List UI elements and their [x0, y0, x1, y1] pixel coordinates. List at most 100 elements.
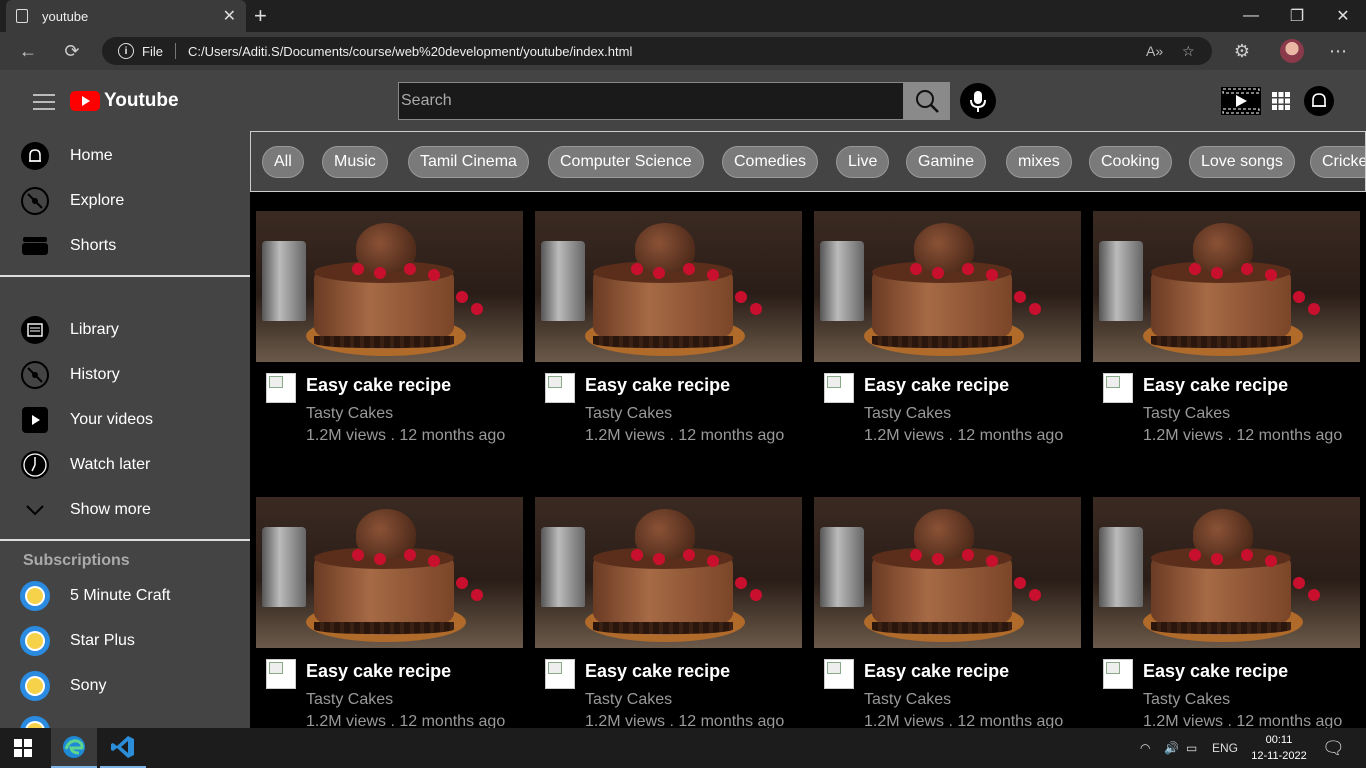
sidebar-item-shorts[interactable]: Shorts — [0, 223, 250, 268]
video-title[interactable]: Easy cake recipe — [1143, 375, 1288, 396]
youtube-logo[interactable]: Youtube — [70, 90, 179, 112]
video-title[interactable]: Easy cake recipe — [864, 375, 1009, 396]
extensions-icon[interactable]: ⚙ — [1228, 38, 1256, 64]
language-indicator[interactable]: ENG — [1212, 728, 1238, 768]
chip-cricket[interactable]: Cricke — [1310, 146, 1365, 178]
channel-avatar[interactable] — [1103, 659, 1133, 689]
battery-icon[interactable]: ▭ — [1186, 728, 1197, 768]
channel-avatar[interactable] — [266, 659, 296, 689]
video-card[interactable]: Easy cake recipe Tasty Cakes 1.2M views . … — [256, 211, 523, 482]
address-bar[interactable]: i File C:/Users/Aditi.S/Documents/course… — [102, 37, 1212, 65]
subscription-item[interactable] — [0, 708, 250, 728]
channel-avatar[interactable] — [266, 373, 296, 403]
edge-browser-icon[interactable] — [51, 728, 97, 768]
video-card[interactable]: Easy cake recipe Tasty Cakes 1.2M views . … — [814, 497, 1081, 728]
video-card[interactable]: Easy cake recipe Tasty Cakes 1.2M views . … — [535, 497, 802, 728]
video-title[interactable]: Easy cake recipe — [1143, 661, 1288, 682]
sidebar-item-explore[interactable]: Explore — [0, 178, 250, 223]
channel-avatar[interactable] — [1103, 373, 1133, 403]
video-thumbnail[interactable] — [814, 211, 1081, 362]
subscription-item[interactable]: 5 Minute Craft — [0, 573, 250, 618]
chip-computer-science[interactable]: Computer Science — [548, 146, 704, 178]
more-menu-icon[interactable]: ⋯ — [1324, 38, 1352, 64]
close-tab-icon[interactable]: ✕ — [223, 6, 236, 26]
video-channel[interactable]: Tasty Cakes — [306, 691, 393, 709]
chip-comedies[interactable]: Comedies — [722, 146, 819, 178]
video-thumbnail[interactable] — [1093, 211, 1360, 362]
chip-tamil-cinema[interactable]: Tamil Cinema — [408, 146, 529, 178]
chip-live[interactable]: Live — [836, 146, 890, 178]
read-aloud-icon[interactable]: A» — [1146, 37, 1163, 65]
subscription-item[interactable]: Star Plus — [0, 618, 250, 663]
system-clock[interactable]: 00:11 12-11-2022 — [1248, 732, 1310, 764]
video-title[interactable]: Easy cake recipe — [306, 375, 451, 396]
video-title[interactable]: Easy cake recipe — [306, 661, 451, 682]
close-window-button[interactable]: ✕ — [1320, 0, 1366, 32]
channel-avatar[interactable] — [824, 373, 854, 403]
video-channel[interactable]: Tasty Cakes — [864, 691, 951, 709]
channel-avatar[interactable] — [545, 373, 575, 403]
video-title[interactable]: Easy cake recipe — [585, 375, 730, 396]
video-stats: 1.2M views . 12 months ago — [585, 713, 785, 728]
chip-music[interactable]: Music — [322, 146, 388, 178]
video-channel[interactable]: Tasty Cakes — [1143, 405, 1230, 423]
windows-start-icon[interactable] — [0, 728, 46, 768]
search-input[interactable]: Search — [398, 82, 904, 120]
search-button[interactable] — [904, 82, 950, 120]
volume-icon[interactable]: 🔊 — [1164, 728, 1179, 768]
notification-center-icon[interactable]: 🗨 — [1322, 728, 1345, 768]
sidebar-item-watch-later[interactable]: Watch later — [0, 442, 250, 487]
chip-cooking[interactable]: Cooking — [1089, 146, 1172, 178]
video-card[interactable]: Easy cake recipe Tasty Cakes 1.2M views . … — [1093, 211, 1360, 482]
chip-all[interactable]: All — [262, 146, 304, 178]
new-tab-button[interactable]: + — [254, 3, 267, 29]
apps-grid-icon[interactable] — [1268, 84, 1294, 118]
sidebar-item-history[interactable]: History — [0, 352, 250, 397]
video-title[interactable]: Easy cake recipe — [864, 661, 1009, 682]
video-thumbnail[interactable] — [1093, 497, 1360, 648]
create-video-icon[interactable] — [1220, 84, 1262, 118]
sidebar-item-your-videos[interactable]: Your videos — [0, 397, 250, 442]
video-card[interactable]: Easy cake recipe Tasty Cakes 1.2M views . … — [1093, 497, 1360, 728]
back-button[interactable]: ← — [14, 38, 42, 64]
video-channel[interactable]: Tasty Cakes — [864, 405, 951, 423]
sidebar-item-home[interactable]: Home — [0, 133, 250, 178]
subscription-item[interactable]: Sony — [0, 663, 250, 708]
browser-toolbar: ← ⟳ i File C:/Users/Aditi.S/Documents/co… — [0, 32, 1366, 70]
url-separator — [174, 43, 176, 59]
video-channel[interactable]: Tasty Cakes — [306, 405, 393, 423]
minimize-button[interactable]: — — [1228, 0, 1274, 32]
chip-mixes[interactable]: mixes — [1006, 146, 1072, 178]
video-card[interactable]: Easy cake recipe Tasty Cakes 1.2M views . … — [256, 497, 523, 728]
video-thumbnail[interactable] — [535, 211, 802, 362]
video-thumbnail[interactable] — [814, 497, 1081, 648]
browser-tab[interactable]: youtube ✕ — [6, 0, 246, 32]
url-text[interactable]: C:/Users/Aditi.S/Documents/course/web%20… — [188, 44, 632, 59]
profile-avatar[interactable] — [1280, 39, 1304, 63]
video-channel[interactable]: Tasty Cakes — [585, 691, 672, 709]
video-thumbnail[interactable] — [535, 497, 802, 648]
chip-love-songs[interactable]: Love songs — [1189, 146, 1295, 178]
refresh-button[interactable]: ⟳ — [58, 38, 86, 64]
hamburger-menu-icon[interactable] — [33, 94, 55, 115]
video-thumbnail[interactable] — [256, 497, 523, 648]
vscode-icon[interactable] — [100, 728, 146, 768]
channel-avatar[interactable] — [824, 659, 854, 689]
video-title[interactable]: Easy cake recipe — [585, 661, 730, 682]
info-icon[interactable]: i — [118, 43, 134, 59]
restore-button[interactable]: ❐ — [1274, 0, 1320, 32]
video-card[interactable]: Easy cake recipe Tasty Cakes 1.2M views . … — [814, 211, 1081, 482]
video-thumbnail[interactable] — [256, 211, 523, 362]
wifi-icon[interactable]: ◠ — [1140, 728, 1150, 768]
sidebar-item-show-more[interactable]: Show more — [0, 487, 250, 532]
notifications-bell-icon[interactable] — [1303, 84, 1335, 118]
video-channel[interactable]: Tasty Cakes — [585, 405, 672, 423]
voice-search-button[interactable] — [960, 83, 996, 119]
sidebar-divider — [0, 539, 250, 541]
video-card[interactable]: Easy cake recipe Tasty Cakes 1.2M views . … — [535, 211, 802, 482]
channel-avatar[interactable] — [545, 659, 575, 689]
favorites-icon[interactable]: ☆ — [1182, 37, 1195, 65]
sidebar-item-library[interactable]: Library — [0, 307, 250, 352]
chip-gamine[interactable]: Gamine — [906, 146, 987, 178]
video-channel[interactable]: Tasty Cakes — [1143, 691, 1230, 709]
